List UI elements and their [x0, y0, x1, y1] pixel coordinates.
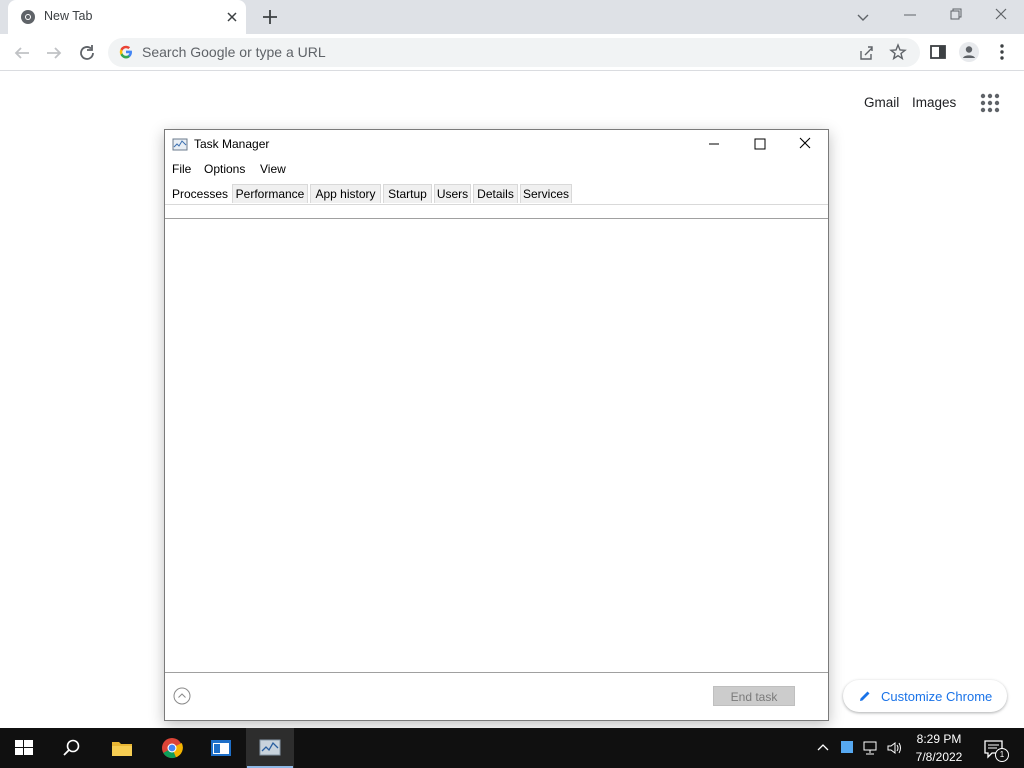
process-list-area[interactable] — [165, 218, 828, 673]
tab-search-chevron-icon[interactable] — [853, 7, 873, 27]
bookmark-star-icon[interactable] — [889, 43, 907, 61]
tab-close-icon[interactable] — [224, 9, 240, 25]
omnibox-placeholder: Search Google or type a URL — [142, 44, 326, 60]
window-close-icon[interactable] — [989, 5, 1013, 25]
tray-chevron-up-icon[interactable] — [815, 740, 831, 756]
network-icon[interactable] — [862, 740, 880, 756]
browser-tab[interactable]: New Tab — [8, 0, 246, 34]
minimize-icon[interactable] — [898, 5, 922, 25]
notification-count-badge: 1 — [995, 748, 1009, 762]
address-bar[interactable]: Search Google or type a URL — [108, 38, 920, 67]
end-task-button[interactable]: End task — [713, 686, 795, 706]
tab-processes[interactable]: Processes — [168, 182, 232, 204]
tm-tab-bar: Processes Performance App history Startu… — [165, 182, 828, 205]
menu-view[interactable]: View — [260, 162, 286, 176]
fewer-details-chevron-icon[interactable] — [173, 687, 191, 705]
start-icon — [15, 740, 33, 755]
customize-chrome-label: Customize Chrome — [881, 689, 993, 704]
tm-minimize-icon[interactable] — [703, 134, 725, 154]
app-icon — [211, 740, 231, 756]
profile-avatar-icon[interactable] — [958, 41, 980, 63]
taskbar-file-explorer[interactable] — [98, 728, 146, 768]
tray-app-icon[interactable] — [840, 740, 854, 754]
share-icon[interactable] — [857, 44, 875, 62]
tab-performance[interactable]: Performance — [232, 184, 308, 203]
task-manager-icon — [172, 138, 188, 151]
menu-options[interactable]: Options — [204, 162, 245, 176]
tab-users[interactable]: Users — [434, 184, 471, 203]
images-link[interactable]: Images — [912, 95, 956, 110]
reload-icon[interactable] — [76, 42, 98, 64]
side-panel-icon[interactable] — [928, 42, 948, 62]
task-manager-title: Task Manager — [194, 137, 270, 151]
tab-app-history[interactable]: App history — [310, 184, 381, 203]
new-tab-icon[interactable] — [260, 7, 280, 27]
chrome-icon — [162, 738, 183, 759]
tab-details[interactable]: Details — [473, 184, 518, 203]
browser-toolbar: Search Google or type a URL — [0, 34, 1024, 71]
kebab-menu-icon[interactable] — [992, 42, 1012, 62]
tab-startup[interactable]: Startup — [383, 184, 432, 203]
clock-date[interactable]: 7/8/2022 — [900, 750, 978, 764]
taskbar-search-button[interactable] — [48, 728, 96, 768]
clock-time[interactable]: 8:29 PM — [900, 732, 978, 746]
google-g-icon — [119, 45, 132, 59]
forward-arrow-icon[interactable] — [43, 42, 65, 64]
back-arrow-icon[interactable] — [11, 42, 33, 64]
pencil-icon — [860, 691, 870, 701]
task-manager-icon — [259, 739, 281, 756]
menu-file[interactable]: File — [172, 162, 191, 176]
tab-strip: New Tab — [0, 0, 1024, 34]
search-icon — [63, 739, 80, 756]
gmail-link[interactable]: Gmail — [864, 95, 899, 110]
taskbar-chrome[interactable] — [148, 728, 196, 768]
task-manager-window: Task Manager File Options View Processes… — [164, 129, 829, 721]
tm-maximize-icon[interactable] — [749, 134, 771, 154]
customize-chrome-button[interactable]: Customize Chrome — [843, 680, 1007, 712]
tm-close-icon[interactable] — [794, 134, 816, 154]
tab-title: New Tab — [44, 9, 93, 23]
tm-menubar: File Options View — [165, 160, 828, 180]
start-button[interactable] — [0, 728, 48, 768]
google-apps-grid-icon[interactable] — [979, 92, 1001, 114]
tab-services[interactable]: Services — [520, 184, 572, 203]
restore-icon[interactable] — [943, 5, 967, 25]
taskbar-task-manager[interactable] — [246, 728, 294, 768]
file-explorer-icon — [112, 742, 132, 756]
chrome-favicon-icon — [21, 10, 35, 24]
taskbar-app[interactable] — [197, 728, 245, 768]
